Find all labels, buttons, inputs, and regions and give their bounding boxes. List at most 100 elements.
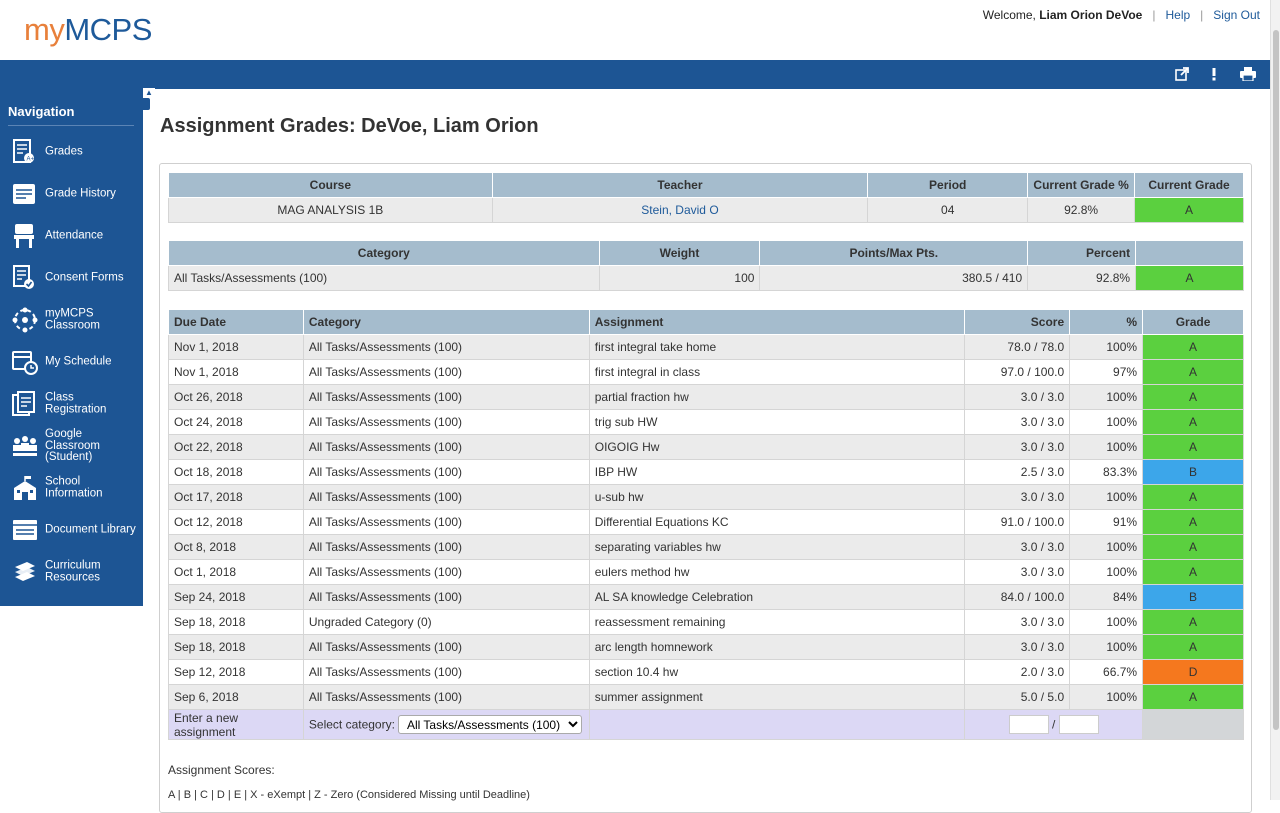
consent-forms-icon	[12, 265, 36, 291]
svg-text:A+: A+	[27, 157, 35, 163]
scores-legend: A | B | C | D | E | X - eXempt | Z - Zer…	[168, 789, 530, 801]
category-cell: All Tasks/Assessments (100)	[302, 534, 590, 560]
sidebar-item-document-library[interactable]: Document Library	[0, 510, 143, 550]
sidebar-item-class-registration[interactable]: Class Registration	[0, 384, 143, 424]
category-weight: 100	[598, 265, 761, 291]
grade-cell: D	[1142, 659, 1244, 685]
sidebar-item-consent-forms[interactable]: Consent Forms	[0, 258, 143, 298]
assignment-name-cell: section 10.4 hw	[588, 659, 966, 685]
column-header: Points/Max Pts.	[759, 240, 1029, 266]
user-menu: Welcome, Liam Orion DeVoe | Help | Sign …	[983, 8, 1260, 22]
external-link-icon[interactable]	[1174, 67, 1190, 83]
table-row: Oct 8, 2018 All Tasks/Assessments (100) se…	[168, 534, 1244, 560]
score-cell: 3.0 / 3.0	[964, 484, 1071, 510]
category-cell: All Tasks/Assessments (100)	[302, 384, 590, 410]
score-cell: 91.0 / 100.0	[964, 509, 1071, 535]
due-date-cell: Oct 12, 2018	[168, 509, 304, 535]
score-cell: 3.0 / 3.0	[964, 409, 1071, 435]
mymcps-logo[interactable]: myMCPS	[24, 12, 152, 48]
sidebar-item-label: Consent Forms	[45, 271, 124, 284]
percent-cell: 100%	[1069, 559, 1144, 585]
table-row: Sep 6, 2018 All Tasks/Assessments (100) su…	[168, 684, 1244, 710]
logo-mcps: MCPS	[64, 12, 152, 47]
column-header: Category	[168, 240, 600, 266]
sidebar-item-attendance[interactable]: Attendance	[0, 216, 143, 256]
column-header-percent[interactable]: %	[1069, 309, 1144, 335]
assignment-name-cell: separating variables hw	[588, 534, 966, 560]
grade-cell: A	[1142, 509, 1244, 535]
schedule-icon	[12, 349, 38, 375]
score-cell: 97.0 / 100.0	[964, 359, 1071, 385]
user-name: Liam Orion DeVoe	[1039, 8, 1143, 22]
due-date-cell: Oct 17, 2018	[168, 484, 304, 510]
column-header-assignment[interactable]: Assignment	[588, 309, 966, 335]
points-earned-input[interactable]	[1008, 715, 1049, 734]
due-date-cell: Nov 1, 2018	[168, 359, 304, 385]
grade-cell: B	[1142, 584, 1244, 610]
toolbar	[0, 60, 1270, 89]
column-header: Teacher	[491, 172, 869, 198]
document-library-icon	[12, 517, 37, 543]
sidebar-collapse-toggle[interactable]: ▲	[143, 88, 155, 110]
grade-cell: B	[1142, 459, 1244, 485]
category-cell: All Tasks/Assessments (100)	[302, 359, 590, 385]
scrollbar-thumb[interactable]	[1273, 30, 1279, 730]
category-cell: All Tasks/Assessments (100)	[302, 584, 590, 610]
category-select[interactable]: All Tasks/Assessments (100)	[397, 715, 582, 734]
top-header: myMCPS Welcome, Liam Orion DeVoe | Help …	[0, 0, 1280, 60]
category-cell: All Tasks/Assessments (100)	[302, 484, 590, 510]
teacher-link[interactable]: Stein, David O	[641, 203, 718, 217]
sign-out-link[interactable]: Sign Out	[1213, 8, 1260, 22]
sidebar-item-label: Google Classroom (Student)	[45, 427, 100, 463]
sidebar-item-grade-history[interactable]: Grade History	[0, 174, 143, 214]
logo-my: my	[24, 12, 65, 47]
grade-cell: A	[1142, 684, 1244, 710]
alert-icon[interactable]	[1206, 67, 1222, 83]
sidebar-item-mymcps-classroom[interactable]: myMCPS Classroom	[0, 300, 143, 340]
school-icon	[12, 475, 36, 501]
category-cell: All Tasks/Assessments (100)	[302, 509, 590, 535]
select-category-label: Select category:	[308, 717, 395, 732]
column-header-category[interactable]: Category	[302, 309, 590, 335]
course-summary-table: Course Teacher Period Current Grade % Cu…	[168, 172, 1244, 223]
sidebar-item-my-schedule[interactable]: My Schedule	[0, 342, 143, 382]
grade-cell: A	[1142, 409, 1244, 435]
category-cell: All Tasks/Assessments (100)	[302, 634, 590, 660]
welcome-text: Welcome, Liam Orion DeVoe	[982, 8, 1143, 22]
due-date-cell: Oct 22, 2018	[168, 434, 304, 460]
grade-cell: A	[1142, 484, 1244, 510]
table-row: Sep 18, 2018 Ungraded Category (0) reasses…	[168, 609, 1244, 635]
page-scrollbar[interactable]	[1270, 0, 1280, 800]
print-icon[interactable]	[1240, 67, 1256, 83]
score-cell: 3.0 / 3.0	[964, 634, 1071, 660]
category-name: All Tasks/Assessments (100)	[168, 265, 600, 291]
assignments-body: Nov 1, 2018 All Tasks/Assessments (100) fi…	[168, 334, 1244, 710]
sidebar-item-google-classroom[interactable]: Google Classroom (Student)	[0, 426, 143, 466]
help-link[interactable]: Help	[1165, 8, 1190, 22]
sidebar-item-curriculum-resources[interactable]: Curriculum Resources	[0, 552, 143, 592]
attendance-icon	[12, 223, 36, 249]
category-points: 380.5 / 410	[759, 265, 1029, 291]
collapse-tab	[143, 98, 150, 110]
percent-cell: 100%	[1069, 484, 1144, 510]
score-cell: 3.0 / 3.0	[964, 534, 1071, 560]
due-date-cell: Oct 18, 2018	[168, 459, 304, 485]
column-header-score[interactable]: Score	[964, 309, 1071, 335]
column-header-grade[interactable]: Grade	[1142, 309, 1244, 335]
score-cell: 2.0 / 3.0	[964, 659, 1071, 685]
percent-cell: 66.7%	[1069, 659, 1144, 685]
classroom-icon	[12, 307, 38, 333]
divider	[8, 125, 134, 126]
navigation-sidebar: Navigation A+ Grades Grade History Atten…	[0, 89, 143, 606]
percent-cell: 97%	[1069, 359, 1144, 385]
score-cell: 84.0 / 100.0	[964, 584, 1071, 610]
column-header-due-date[interactable]: Due Date	[168, 309, 304, 335]
category-cell: Ungraded Category (0)	[302, 609, 590, 635]
points-possible-input[interactable]	[1058, 715, 1099, 734]
percent-cell: 91%	[1069, 509, 1144, 535]
due-date-cell: Oct 26, 2018	[168, 384, 304, 410]
category-percent: 92.8%	[1027, 265, 1137, 291]
sidebar-item-school-information[interactable]: School Information	[0, 468, 143, 508]
navigation-title: Navigation	[8, 104, 75, 119]
sidebar-item-grades[interactable]: A+ Grades	[0, 132, 143, 172]
